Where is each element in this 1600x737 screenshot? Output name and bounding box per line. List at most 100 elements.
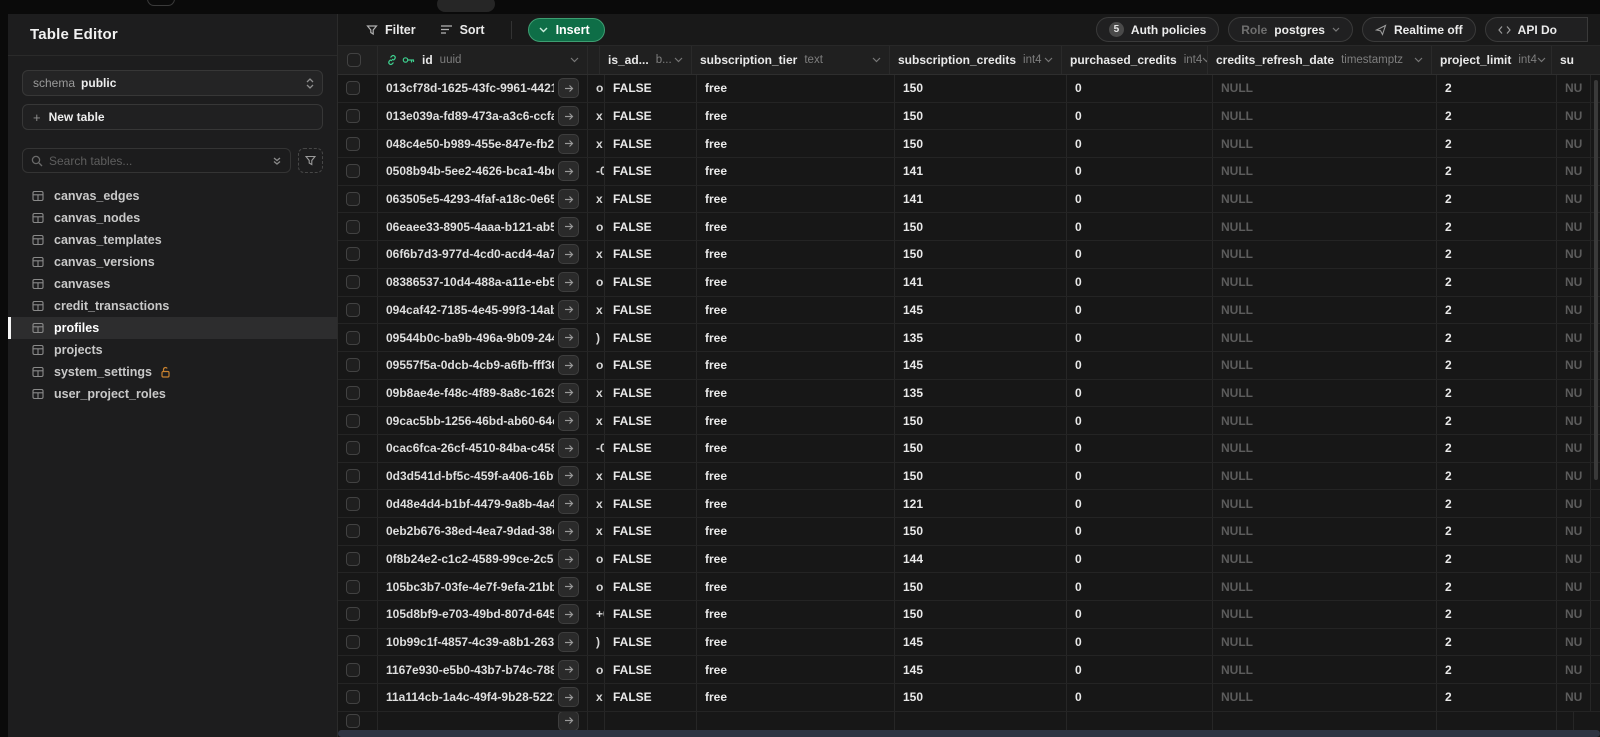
expand-row-button[interactable] — [558, 465, 579, 486]
expand-row-button[interactable] — [558, 272, 579, 293]
cell-purchased-credits[interactable]: 0 — [1067, 656, 1213, 684]
row-checkbox[interactable] — [346, 81, 360, 96]
cell-id[interactable]: 0508b94b-5ee2-4626-bca1-4bca... — [378, 158, 588, 185]
cell-project-limit[interactable]: 2 — [1437, 324, 1557, 351]
cell-subscription-tier[interactable]: free — [697, 462, 895, 490]
cell-credits-refresh-date[interactable]: NULL — [1213, 102, 1437, 130]
cell-is-admin[interactable]: FALSE — [605, 75, 697, 102]
cell-subscription-credits[interactable]: 150 — [895, 213, 1067, 241]
chevron-down-icon[interactable] — [570, 57, 579, 63]
cell-project-limit[interactable]: 2 — [1437, 434, 1557, 462]
cell-subscription-tier[interactable]: free — [697, 351, 895, 379]
cell-truncated[interactable]: NU — [1557, 684, 1592, 711]
cell-subscription-tier[interactable]: free — [697, 102, 895, 130]
cell-subscription-credits[interactable]: 141 — [895, 268, 1067, 296]
cell-project-limit[interactable]: 2 — [1437, 213, 1557, 241]
cell-subscription-tier[interactable]: free — [697, 268, 895, 296]
expand-row-button[interactable] — [558, 189, 579, 210]
cell-subscription-credits[interactable]: 150 — [895, 75, 1067, 102]
cell-credits-refresh-date[interactable]: NULL — [1213, 296, 1437, 324]
cell-purchased-credits[interactable]: 0 — [1067, 628, 1213, 656]
sidebar-item-user_project_roles[interactable]: user_project_roles — [8, 383, 337, 405]
row-checkbox[interactable] — [346, 302, 360, 317]
new-table-button[interactable]: + New table — [22, 104, 323, 130]
cell-subscription-credits[interactable]: 150 — [895, 462, 1067, 490]
cell-project-limit[interactable]: 2 — [1437, 684, 1557, 711]
cell-project-limit[interactable]: 2 — [1437, 268, 1557, 296]
cell-hidden-column[interactable]: +0 — [588, 601, 605, 628]
column-header-purchased_credits[interactable]: purchased_credits int4 — [1062, 46, 1208, 74]
cell-subscription-tier[interactable]: free — [697, 407, 895, 434]
expand-row-button[interactable] — [558, 521, 579, 542]
cell-credits-refresh-date[interactable]: NULL — [1213, 601, 1437, 628]
cell-truncated[interactable]: NU — [1557, 130, 1592, 158]
cell-hidden-column[interactable]: o — [588, 545, 605, 573]
cell-credits-refresh-date[interactable]: NULL — [1213, 130, 1437, 158]
cell-id[interactable]: 09cac5bb-1256-46bd-ab60-64ed... — [378, 407, 588, 434]
cell-is-admin[interactable]: FALSE — [605, 379, 697, 407]
row-checkbox[interactable] — [346, 524, 360, 539]
column-header-su[interactable]: su — [1552, 46, 1600, 74]
cell-subscription-credits[interactable]: 144 — [895, 545, 1067, 573]
cell-purchased-credits[interactable] — [1067, 711, 1213, 730]
row-checkbox[interactable] — [346, 330, 360, 345]
cell-truncated[interactable]: NU — [1557, 158, 1592, 185]
cell-id[interactable]: 09544b0c-ba9b-496a-9b09-244... — [378, 324, 588, 351]
cell-is-admin[interactable]: FALSE — [605, 102, 697, 130]
cell-is-admin[interactable] — [605, 711, 697, 730]
cell-subscription-credits[interactable]: 150 — [895, 407, 1067, 434]
cell-id[interactable]: 06f6b7d3-977d-4cd0-acd4-4a78... — [378, 241, 588, 268]
row-checkbox[interactable] — [346, 607, 360, 622]
cell-subscription-credits[interactable]: 135 — [895, 324, 1067, 351]
column-header-subscription_tier[interactable]: subscription_tier text — [692, 46, 890, 74]
cell-subscription-tier[interactable]: free — [697, 213, 895, 241]
cell-truncated[interactable]: NU — [1557, 241, 1592, 268]
cell-truncated[interactable]: NU — [1557, 324, 1592, 351]
row-checkbox[interactable] — [346, 192, 360, 207]
expand-row-button[interactable] — [558, 327, 579, 348]
cell-id[interactable]: 0f8b24e2-c1c2-4589-99ce-2c52d... — [378, 545, 588, 573]
cell-hidden-column[interactable]: x — [588, 684, 605, 711]
cell-credits-refresh-date[interactable]: NULL — [1213, 684, 1437, 711]
cell-is-admin[interactable]: FALSE — [605, 213, 697, 241]
cell-hidden-column[interactable]: o — [588, 213, 605, 241]
horizontal-scrollbar[interactable] — [338, 730, 1600, 737]
cell-project-limit[interactable]: 2 — [1437, 628, 1557, 656]
cell-purchased-credits[interactable]: 0 — [1067, 130, 1213, 158]
auth-policies-button[interactable]: 5 Auth policies — [1095, 17, 1220, 42]
cell-project-limit[interactable]: 2 — [1437, 518, 1557, 545]
cell-purchased-credits[interactable]: 0 — [1067, 241, 1213, 268]
cell-id[interactable]: 063505e5-4293-4faf-a18c-0e65b... — [378, 185, 588, 213]
cell-purchased-credits[interactable]: 0 — [1067, 185, 1213, 213]
cell-hidden-column[interactable]: -0 — [588, 434, 605, 462]
cell-is-admin[interactable]: FALSE — [605, 351, 697, 379]
cell-purchased-credits[interactable]: 0 — [1067, 75, 1213, 102]
cell-is-admin[interactable]: FALSE — [605, 490, 697, 517]
cell-hidden-column[interactable]: o — [588, 351, 605, 379]
cell-is-admin[interactable]: FALSE — [605, 296, 697, 324]
cell-subscription-tier[interactable]: free — [697, 684, 895, 711]
cell-credits-refresh-date[interactable]: NULL — [1213, 351, 1437, 379]
expand-row-button[interactable] — [558, 133, 579, 154]
chevrons-down-icon[interactable] — [272, 156, 282, 166]
cell-id[interactable]: 1167e930-e5b0-43b7-b74c-788c9... — [378, 656, 588, 684]
cell-truncated[interactable]: NU — [1557, 573, 1592, 601]
sidebar-item-canvas_edges[interactable]: canvas_edges — [8, 185, 337, 207]
cell-credits-refresh-date[interactable]: NULL — [1213, 545, 1437, 573]
api-docs-button[interactable]: API Do — [1484, 17, 1588, 42]
cell-is-admin[interactable]: FALSE — [605, 573, 697, 601]
cell-project-limit[interactable]: 2 — [1437, 296, 1557, 324]
cell-hidden-column[interactable]: o — [588, 75, 605, 102]
cell-project-limit[interactable]: 2 — [1437, 102, 1557, 130]
cell-id[interactable]: 0eb2b676-38ed-4ea7-9dad-38e6... — [378, 518, 588, 545]
cell-id[interactable]: 09b8ae4e-f48c-4f89-8a8c-1629b... — [378, 379, 588, 407]
cell-subscription-tier[interactable] — [697, 711, 895, 730]
sidebar-item-canvas_versions[interactable]: canvas_versions — [8, 251, 337, 273]
sidebar-item-projects[interactable]: projects — [8, 339, 337, 361]
expand-row-button[interactable] — [558, 410, 579, 431]
cell-purchased-credits[interactable]: 0 — [1067, 601, 1213, 628]
sidebar-item-system_settings[interactable]: system_settings — [8, 361, 337, 383]
expand-row-button[interactable] — [558, 493, 579, 514]
cell-project-limit[interactable]: 2 — [1437, 241, 1557, 268]
cell-id[interactable]: 013cf78d-1625-43fc-9961-442189... — [378, 75, 588, 102]
